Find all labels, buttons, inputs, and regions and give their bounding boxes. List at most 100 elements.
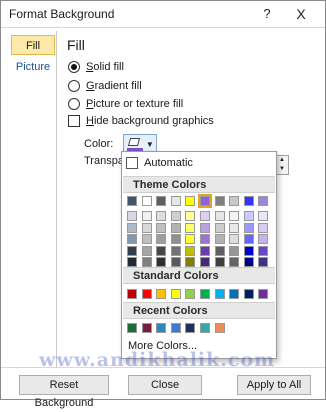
theme-shade-swatch[interactable] xyxy=(229,245,240,256)
close-icon[interactable]: X xyxy=(291,4,311,24)
theme-shade-swatch[interactable] xyxy=(258,211,269,221)
theme-color-swatch[interactable] xyxy=(141,196,152,206)
theme-shade-swatch[interactable] xyxy=(170,234,181,244)
theme-shade-swatch[interactable] xyxy=(170,257,181,267)
recent-color-swatch[interactable] xyxy=(200,323,210,333)
theme-shade-swatch[interactable] xyxy=(229,257,240,267)
theme-shade-swatch[interactable] xyxy=(200,211,210,221)
theme-shade-swatch[interactable] xyxy=(243,245,254,256)
theme-shade-swatch[interactable] xyxy=(258,234,269,244)
theme-shade-swatch[interactable] xyxy=(185,234,196,244)
standard-color-swatch[interactable] xyxy=(200,289,210,299)
solid-fill-option[interactable]: Solid fill xyxy=(68,59,124,75)
theme-shade-swatch[interactable] xyxy=(170,222,181,233)
theme-shade-swatch[interactable] xyxy=(141,222,152,233)
picture-fill-radio[interactable] xyxy=(68,98,80,110)
theme-shade-swatch[interactable] xyxy=(170,245,181,256)
recent-color-swatch[interactable] xyxy=(156,323,167,333)
theme-shade-swatch[interactable] xyxy=(156,211,167,221)
theme-shade-swatch[interactable] xyxy=(243,211,254,221)
gradient-fill-radio[interactable] xyxy=(68,80,80,92)
section-title: Fill xyxy=(67,37,85,53)
theme-shade-swatch[interactable] xyxy=(214,211,225,221)
theme-shade-swatch[interactable] xyxy=(185,211,196,221)
transparency-spinner[interactable]: ▲ ▼ xyxy=(275,155,289,175)
theme-shade-swatch[interactable] xyxy=(127,245,137,256)
theme-shade-swatch[interactable] xyxy=(200,234,210,244)
help-icon[interactable]: ? xyxy=(257,4,277,24)
theme-shade-swatch[interactable] xyxy=(156,234,167,244)
theme-shade-swatch[interactable] xyxy=(127,222,137,233)
standard-color-swatch[interactable] xyxy=(141,289,152,299)
theme-shade-swatch[interactable] xyxy=(243,222,254,233)
theme-shade-swatch[interactable] xyxy=(214,257,225,267)
automatic-color-option[interactable]: Automatic xyxy=(126,155,274,171)
theme-shade-swatch[interactable] xyxy=(214,245,225,256)
theme-shade-swatch[interactable] xyxy=(185,257,196,267)
recent-color-swatch[interactable] xyxy=(127,323,137,333)
sidebar-item-picture[interactable]: Picture xyxy=(11,57,55,77)
recent-color-swatch[interactable] xyxy=(170,323,181,333)
theme-shade-swatch[interactable] xyxy=(243,234,254,244)
theme-shade-swatch[interactable] xyxy=(127,234,137,244)
gradient-fill-label: Gradient fill xyxy=(86,80,142,92)
automatic-swatch xyxy=(126,157,138,169)
theme-shade-swatch[interactable] xyxy=(200,222,210,233)
sidebar-item-fill[interactable]: Fill xyxy=(11,35,55,55)
standard-color-swatch[interactable] xyxy=(214,289,225,299)
hide-graphics-checkbox[interactable] xyxy=(68,115,80,127)
theme-shade-swatch[interactable] xyxy=(156,245,167,256)
theme-shade-swatch[interactable] xyxy=(258,257,269,267)
theme-shade-swatch[interactable] xyxy=(214,222,225,233)
apply-to-all-button[interactable]: Apply to All xyxy=(237,375,311,395)
theme-shade-swatch[interactable] xyxy=(156,222,167,233)
hide-graphics-label: Hide background graphics xyxy=(86,115,214,127)
theme-shade-swatch[interactable] xyxy=(229,211,240,221)
theme-shade-swatch[interactable] xyxy=(200,257,210,267)
standard-color-swatch[interactable] xyxy=(258,289,269,299)
theme-shade-swatch[interactable] xyxy=(229,234,240,244)
theme-color-swatch[interactable] xyxy=(156,196,167,206)
theme-shade-swatch[interactable] xyxy=(141,234,152,244)
theme-shade-swatch[interactable] xyxy=(185,222,196,233)
recent-color-swatch[interactable] xyxy=(141,323,152,333)
standard-color-swatch[interactable] xyxy=(127,289,137,299)
theme-shade-swatch[interactable] xyxy=(170,211,181,221)
theme-shade-swatch[interactable] xyxy=(185,245,196,256)
theme-color-swatch[interactable] xyxy=(127,196,137,206)
close-button[interactable]: Close xyxy=(128,375,202,395)
color-palette-popup: Automatic Theme Colors Standard Colors R… xyxy=(121,151,277,359)
theme-shade-swatch[interactable] xyxy=(127,211,137,221)
theme-shade-swatch[interactable] xyxy=(127,257,137,267)
dropdown-arrow-icon: ▼ xyxy=(145,139,154,149)
theme-shade-swatch[interactable] xyxy=(141,211,152,221)
recent-color-swatch[interactable] xyxy=(185,323,196,333)
theme-shade-swatch[interactable] xyxy=(156,257,167,267)
theme-shade-swatch[interactable] xyxy=(214,234,225,244)
standard-color-swatch[interactable] xyxy=(156,289,167,299)
theme-color-swatch[interactable] xyxy=(258,196,269,206)
gradient-fill-option[interactable]: Gradient fill xyxy=(68,78,142,94)
theme-shade-swatch[interactable] xyxy=(243,257,254,267)
recent-color-swatch[interactable] xyxy=(214,323,225,333)
theme-shade-swatch[interactable] xyxy=(200,245,210,256)
theme-color-swatch[interactable] xyxy=(170,196,181,206)
theme-shade-swatch[interactable] xyxy=(141,245,152,256)
theme-shade-swatch[interactable] xyxy=(258,222,269,233)
theme-color-swatch[interactable] xyxy=(198,194,212,208)
theme-color-swatch[interactable] xyxy=(214,196,225,206)
theme-color-swatch[interactable] xyxy=(229,196,240,206)
standard-color-swatch[interactable] xyxy=(243,289,254,299)
theme-shade-swatch[interactable] xyxy=(258,245,269,256)
reset-background-button[interactable]: Reset Background xyxy=(19,375,109,409)
standard-color-swatch[interactable] xyxy=(229,289,240,299)
hide-graphics-option[interactable]: Hide background graphics xyxy=(68,113,214,129)
theme-shade-swatch[interactable] xyxy=(229,222,240,233)
picture-fill-option[interactable]: Picture or texture fill xyxy=(68,96,183,112)
theme-shade-swatch[interactable] xyxy=(141,257,152,267)
solid-fill-radio[interactable] xyxy=(68,61,80,73)
theme-color-swatch[interactable] xyxy=(243,196,254,206)
theme-color-swatch[interactable] xyxy=(185,196,196,206)
standard-color-swatch[interactable] xyxy=(170,289,181,299)
standard-color-swatch[interactable] xyxy=(185,289,196,299)
